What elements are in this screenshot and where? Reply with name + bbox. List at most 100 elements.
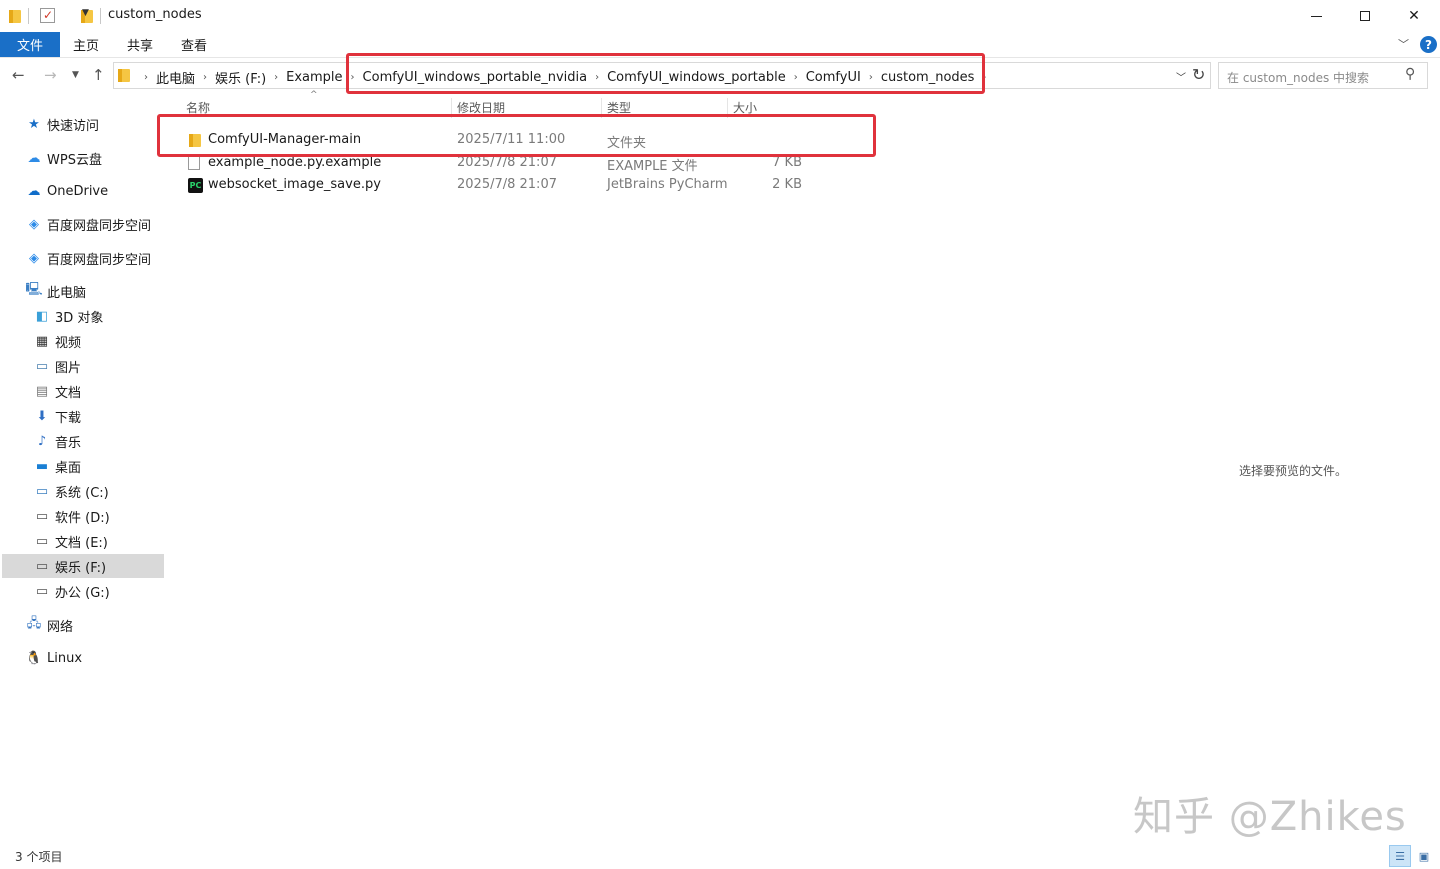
chevron-right-icon[interactable]: › xyxy=(274,72,278,83)
film-icon: ▦ xyxy=(35,333,49,349)
divider xyxy=(100,8,101,24)
tab-view[interactable]: 查看 xyxy=(170,32,218,57)
sidebar-item-this-pc[interactable]: 🖳 此电脑 xyxy=(25,279,87,303)
sidebar-item-label: 音乐 xyxy=(55,435,82,451)
sidebar-item-drive-d[interactable]: ▭ 软件 (D:) xyxy=(34,504,110,528)
search-placeholder: 在 custom_nodes 中搜索 xyxy=(1227,71,1370,85)
sidebar-item-label: 3D 对象 xyxy=(55,310,104,326)
file-size: 2 KB xyxy=(772,177,802,192)
crumb-example[interactable]: Example xyxy=(286,70,342,85)
sidebar-item-music[interactable]: ♪ 音乐 xyxy=(34,429,81,453)
details-view-button[interactable]: ☰ xyxy=(1389,845,1411,867)
sidebar-item-wps-cloud[interactable]: ☁ WPS云盘 xyxy=(26,146,102,170)
sidebar-item-3d-objects[interactable]: ◧ 3D 对象 xyxy=(34,304,104,328)
sidebar-item-label: 办公 (G:) xyxy=(55,585,110,601)
chevron-right-icon[interactable]: › xyxy=(144,72,148,83)
tab-share[interactable]: 共享 xyxy=(116,32,164,57)
sidebar-item-pictures[interactable]: ▭ 图片 xyxy=(34,354,81,378)
tab-file[interactable]: 文件 xyxy=(0,32,60,57)
sidebar-item-linux[interactable]: 🐧 Linux xyxy=(26,646,82,670)
desktop-icon: ▬ xyxy=(35,458,49,474)
file-date: 2025/7/8 21:07 xyxy=(457,177,557,192)
pycharm-icon: PC xyxy=(188,177,204,193)
sidebar-item-drive-c[interactable]: ▭ 系统 (C:) xyxy=(34,479,109,503)
sidebar-item-label: Linux xyxy=(47,650,83,666)
sidebar-item-drive-g[interactable]: ▭ 办公 (G:) xyxy=(34,579,110,603)
up-arrow-icon[interactable]: ↑ xyxy=(92,66,105,84)
sidebar-item-label: 视频 xyxy=(55,335,82,351)
sidebar-item-baidu-sync-1[interactable]: ◈ 百度网盘同步空间 xyxy=(26,212,151,236)
title-bar: ▼ custom_nodes ✕ xyxy=(0,0,1440,32)
crumb-this-pc[interactable]: 此电脑 xyxy=(156,68,195,87)
sidebar-item-baidu-sync-2[interactable]: ◈ 百度网盘同步空间 xyxy=(26,246,151,270)
sidebar-item-drive-e[interactable]: ▭ 文档 (E:) xyxy=(34,529,108,553)
large-icons-view-button[interactable]: ▣ xyxy=(1413,845,1435,867)
sidebar-item-label: OneDrive xyxy=(47,183,109,199)
sidebar-item-network[interactable]: 🖧 网络 xyxy=(26,613,73,637)
sidebar-item-label: WPS云盘 xyxy=(47,152,102,168)
help-icon[interactable]: ? xyxy=(1420,36,1437,53)
chevron-right-icon[interactable]: › xyxy=(203,72,207,83)
details-view-icon: ☰ xyxy=(1395,849,1405,863)
sidebar-item-label: 百度网盘同步空间 xyxy=(47,218,152,234)
sidebar-item-label: 娱乐 (F:) xyxy=(55,560,107,576)
properties-icon[interactable] xyxy=(40,8,55,23)
network-icon: 🖧 xyxy=(26,616,42,631)
recent-locations-icon[interactable]: ▼ xyxy=(72,70,79,80)
search-box[interactable]: 在 custom_nodes 中搜索 ⚲ xyxy=(1218,62,1428,89)
cloud-icon: ☁ xyxy=(27,150,41,166)
preview-pane-message: 选择要预览的文件。 xyxy=(1239,464,1348,478)
file-name: example_node.py.example xyxy=(208,155,382,170)
search-icon[interactable]: ⚲ xyxy=(1405,66,1415,82)
close-icon: ✕ xyxy=(1408,8,1420,24)
sort-ascending-icon: ^ xyxy=(310,90,318,100)
sidebar-item-onedrive[interactable]: ☁ OneDrive xyxy=(26,179,109,203)
sidebar-item-label: 图片 xyxy=(55,360,82,376)
drive-icon: ▭ xyxy=(35,583,49,599)
sidebar-item-downloads[interactable]: ⬇ 下载 xyxy=(34,404,81,428)
minimize-button[interactable] xyxy=(1292,0,1340,32)
divider xyxy=(28,8,29,24)
sidebar-item-videos[interactable]: ▦ 视频 xyxy=(34,329,81,353)
computer-icon: 🖳 xyxy=(25,282,43,297)
file-date: 2025/7/8 21:07 xyxy=(457,155,557,170)
sidebar-item-label: 此电脑 xyxy=(47,285,87,301)
sidebar-item-documents[interactable]: ▤ 文档 xyxy=(34,379,81,403)
file-type: EXAMPLE 文件 xyxy=(607,159,698,174)
sidebar-item-label: 系统 (C:) xyxy=(55,485,109,501)
linux-icon: 🐧 xyxy=(25,650,43,666)
crumb-drive-f[interactable]: 娱乐 (F:) xyxy=(215,68,266,87)
maximize-button[interactable] xyxy=(1341,0,1389,32)
music-icon: ♪ xyxy=(37,433,47,449)
sidebar-item-label: 文档 (E:) xyxy=(55,535,108,551)
customize-quick-access-icon[interactable]: ▼ xyxy=(82,8,89,24)
file-name: websocket_image_save.py xyxy=(208,177,381,192)
sidebar-item-quick-access[interactable]: ★ 快速访问 xyxy=(26,112,99,136)
sidebar-item-label: 快速访问 xyxy=(47,118,100,134)
system-drive-icon: ▭ xyxy=(35,483,49,499)
close-button[interactable]: ✕ xyxy=(1390,0,1438,32)
star-icon: ★ xyxy=(28,116,40,132)
sidebar-item-drive-f[interactable]: ▭ 娱乐 (F:) xyxy=(2,554,164,578)
baidu-sync-icon: ◈ xyxy=(29,250,39,266)
navigation-pane: ★ 快速访问 ☁ WPS云盘 ☁ OneDrive ◈ 百度网盘同步空间 ◈ 百度网盘同步… xyxy=(0,110,170,690)
sidebar-item-label: 桌面 xyxy=(55,460,82,476)
file-size: 7 KB xyxy=(772,155,802,170)
sidebar-item-desktop[interactable]: ▬ 桌面 xyxy=(34,454,81,478)
file-icon xyxy=(188,155,204,171)
refresh-icon[interactable]: ↻ xyxy=(1192,65,1205,84)
file-type: JetBrains PyCharm xyxy=(607,177,728,192)
large-icons-view-icon: ▣ xyxy=(1418,849,1430,863)
back-arrow-icon[interactable]: ← xyxy=(12,66,25,84)
status-item-count: 3 个项目 xyxy=(15,850,63,864)
table-row[interactable]: PC websocket_image_save.py 2025/7/8 21:0… xyxy=(182,174,842,196)
maximize-icon xyxy=(1360,11,1370,21)
download-icon: ⬇ xyxy=(36,408,48,424)
expand-ribbon-icon[interactable]: ﹀ xyxy=(1398,36,1409,52)
forward-arrow-icon[interactable]: → xyxy=(44,66,57,84)
address-history-icon[interactable]: ﹀ xyxy=(1176,69,1186,84)
drive-icon: ▭ xyxy=(35,558,49,574)
sidebar-item-label: 软件 (D:) xyxy=(55,510,110,526)
drive-icon: ▭ xyxy=(35,508,49,524)
tab-home[interactable]: 主页 xyxy=(62,32,110,57)
